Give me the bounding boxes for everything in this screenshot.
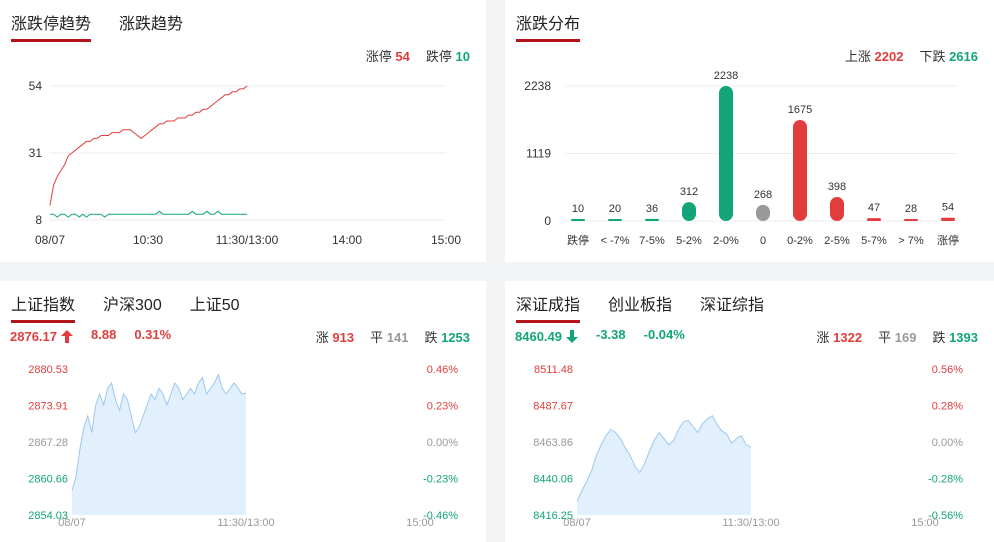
y-tick-label: 1119 <box>526 147 551 161</box>
pct-tick-label: 0.23% <box>427 401 458 413</box>
x-category-label: > 7% <box>898 235 924 247</box>
sh-area-fill <box>72 374 246 515</box>
pct-tick-label: 0.46% <box>427 364 458 376</box>
x-category-label: 2-5% <box>824 235 850 247</box>
x-tick-label: 11:30/13:00 <box>216 233 279 247</box>
distribution-bar <box>793 119 807 221</box>
distribution-panel: 涨跌分布 上涨 2202 下跌 2616 2238 1119 0 10 跌停 20 < -7… <box>505 0 994 262</box>
y-tick-label: 0 <box>544 214 551 228</box>
distribution-bar <box>719 86 733 221</box>
x-category-label: < -7% <box>600 235 629 247</box>
x-category-label: 跌停 <box>567 233 589 247</box>
x-category-label: 涨停 <box>937 233 959 247</box>
distribution-bar <box>830 196 844 221</box>
x-category-label: 7-5% <box>639 235 665 247</box>
x-tick-label: 14:00 <box>332 233 362 247</box>
bar-value-label: 312 <box>680 186 698 198</box>
x-tick-label: 15:00 <box>431 233 461 247</box>
bar-value-label: 398 <box>828 181 846 193</box>
y-tick-label: 31 <box>29 146 43 160</box>
bar-value-label: 2238 <box>714 70 738 82</box>
pct-tick-label: -0.28% <box>928 474 963 486</box>
y-tick-label: 8 <box>35 213 42 227</box>
x-tick-label: 15:00 <box>911 517 939 529</box>
distribution-bar <box>645 218 659 221</box>
x-category-label: 5-7% <box>861 235 887 247</box>
distribution-chart: 2238 1119 0 10 跌停 20 < -7% 36 7-5% 312 5-2% 2238 2-0… <box>524 70 959 247</box>
bar-value-label: 268 <box>754 189 772 201</box>
x-category-label: 0 <box>760 235 766 247</box>
y-tick-label: 8463.86 <box>533 437 573 449</box>
sh-index-panel: 上证指数 沪深300 上证50 2876.17 8.88 0.31% 涨 913… <box>0 281 486 542</box>
pct-tick-label: 0.00% <box>427 437 458 449</box>
distribution-bar <box>682 202 696 221</box>
y-tick-label: 2880.53 <box>28 364 68 376</box>
y-tick-label: 8511.48 <box>534 364 573 376</box>
x-tick-label: 11:30/13:00 <box>722 517 779 529</box>
limit-down-series-line <box>50 210 247 218</box>
bar-value-label: 1675 <box>788 104 812 116</box>
limit-up-series-line <box>49 85 248 206</box>
sz-index-chart: 8511.48 0.56% 8487.67 0.28% 8463.86 0.00% 8440… <box>533 364 963 529</box>
y-tick-label: 2873.91 <box>28 401 68 413</box>
x-tick-label: 08/07 <box>563 517 591 529</box>
y-tick-label: 54 <box>29 79 43 93</box>
x-tick-label: 10:30 <box>133 233 163 247</box>
sh-index-chart: 2880.53 0.46% 2873.91 0.23% 2867.28 0.00% 2860… <box>28 364 458 529</box>
y-tick-label: 2238 <box>524 79 551 93</box>
distribution-bar <box>756 204 770 221</box>
y-tick-label: 8487.67 <box>533 401 573 413</box>
sz-area-fill <box>577 415 751 515</box>
limit-trend-panel: 涨跌停趋势 涨跌趋势 涨停 54 跌停 10 54 31 8 08/07 10:30 11… <box>0 0 486 262</box>
distribution-bar <box>608 219 622 221</box>
limit-trend-chart: 54 31 8 08/07 10:30 11:30/13:00 14:00 15:00 <box>29 79 462 247</box>
bar-value-label: 20 <box>609 203 621 215</box>
pct-tick-label: 0.28% <box>932 401 963 413</box>
x-tick-label: 08/07 <box>35 233 65 247</box>
x-tick-label: 15:00 <box>406 517 434 529</box>
y-tick-label: 2860.66 <box>28 474 68 486</box>
x-tick-label: 08/07 <box>58 517 86 529</box>
x-tick-label: 11:30/13:00 <box>217 517 274 529</box>
pct-tick-label: 0.56% <box>932 364 963 376</box>
pct-tick-label: 0.00% <box>932 437 963 449</box>
sz-index-panel: 深证成指 创业板指 深证综指 8460.49 -3.38 -0.04% 涨 13… <box>505 281 994 542</box>
bar-value-label: 10 <box>572 203 584 215</box>
x-category-label: 0-2% <box>787 235 813 247</box>
x-category-label: 2-0% <box>713 235 739 247</box>
y-tick-label: 2867.28 <box>28 437 68 449</box>
distribution-bar <box>904 219 918 221</box>
pct-tick-label: -0.23% <box>423 474 458 486</box>
y-tick-label: 8440.06 <box>533 474 573 486</box>
bar-value-label: 54 <box>942 202 954 214</box>
distribution-bar <box>941 217 955 221</box>
bar-value-label: 47 <box>868 202 880 214</box>
distribution-bar <box>867 218 881 221</box>
bar-value-label: 36 <box>646 203 658 215</box>
distribution-bar <box>571 219 585 221</box>
bar-value-label: 28 <box>905 203 917 215</box>
x-category-label: 5-2% <box>676 235 702 247</box>
